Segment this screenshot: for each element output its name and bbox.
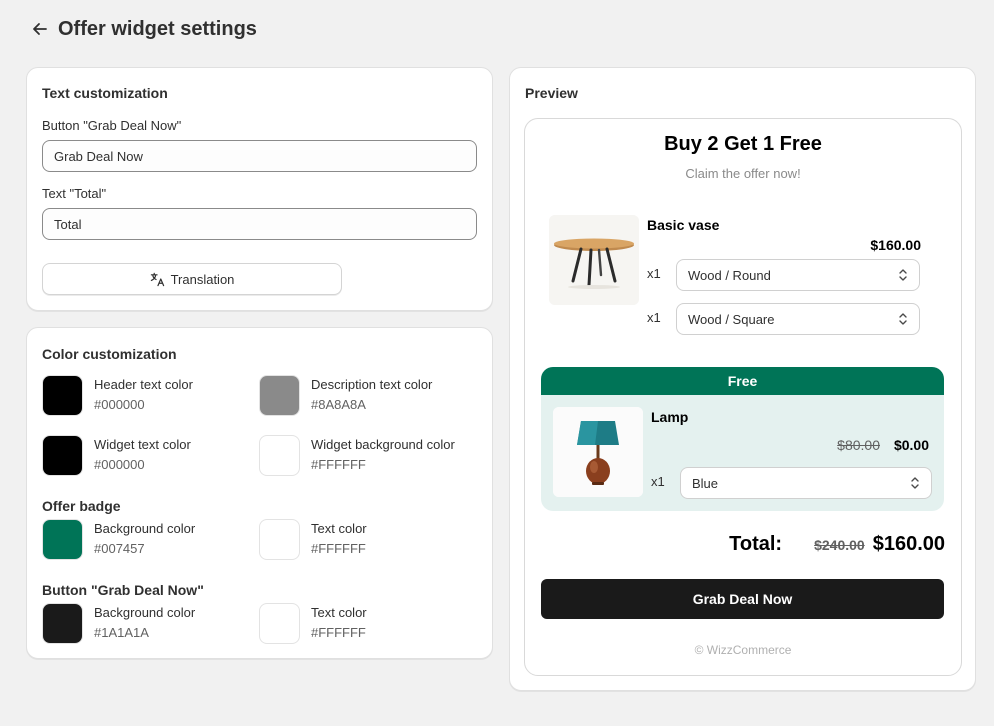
color-hex: #000000 (94, 457, 145, 472)
total-text-input[interactable] (42, 208, 477, 240)
color-name: Widget background color (311, 437, 455, 452)
free-product-name: Lamp (651, 409, 689, 425)
translation-label: Translation (170, 271, 235, 287)
variant-select[interactable]: Wood / Square (676, 303, 920, 335)
color-name: Widget text color (94, 437, 191, 452)
offer-badge-title: Offer badge (42, 498, 121, 514)
page-header: Offer widget settings (28, 14, 257, 44)
preview-title: Preview (525, 85, 578, 101)
variant-qty: x1 (647, 310, 661, 325)
arrow-left-icon (33, 23, 47, 35)
free-product-old-price: $80.00 (837, 437, 880, 453)
button-background-color-item: Background color #1A1A1A (42, 603, 195, 644)
variant-qty: x1 (651, 474, 665, 489)
variant-select[interactable]: Blue (680, 467, 932, 499)
lamp-image (553, 407, 643, 497)
grab-deal-now-button[interactable]: Grab Deal Now (541, 579, 944, 619)
widget-background-color-item: Widget background color #FFFFFF (259, 435, 455, 476)
badge-background-color-item: Background color #007457 (42, 519, 195, 560)
select-chevron-icon (899, 313, 907, 325)
text-customization-title: Text customization (42, 85, 168, 101)
product-image (549, 215, 639, 305)
text-customization-card: Text customization Button "Grab Deal Now… (26, 67, 493, 311)
color-customization-title: Color customization (42, 346, 177, 362)
header-text-color-swatch[interactable] (42, 375, 83, 416)
offer-widget: Buy 2 Get 1 Free Claim the offer now! Ba… (524, 118, 962, 676)
back-button[interactable] (28, 17, 52, 41)
button-background-color-swatch[interactable] (42, 603, 83, 644)
badge-text-color-item: Text color #FFFFFF (259, 519, 367, 560)
color-hex: #000000 (94, 397, 145, 412)
select-chevron-icon (911, 477, 919, 489)
select-chevron-icon (899, 269, 907, 281)
grab-button-colors-title: Button "Grab Deal Now" (42, 582, 204, 598)
color-hex: #FFFFFF (311, 625, 366, 640)
header-text-color-item: Header text color #000000 (42, 375, 193, 416)
variant-value: Blue (692, 475, 719, 491)
button-text-color-item: Text color #FFFFFF (259, 603, 367, 644)
color-name: Text color (311, 605, 367, 620)
badge-background-color-swatch[interactable] (42, 519, 83, 560)
button-text-label: Button "Grab Deal Now" (42, 118, 182, 133)
color-hex: #007457 (94, 541, 145, 556)
variant-select[interactable]: Wood / Round (676, 259, 920, 291)
variant-qty: x1 (647, 266, 661, 281)
color-name: Background color (94, 605, 196, 620)
table-image (549, 215, 639, 305)
color-name: Header text color (94, 377, 193, 392)
free-offer-block: Free Lamp $80.00 $0.00 x1 Blue (541, 367, 944, 511)
widget-footer: © WizzCommerce (694, 643, 792, 657)
total-price: $160.00 (872, 533, 945, 555)
widget-title: Buy 2 Get 1 Free (664, 133, 822, 155)
color-customization-card: Color customization Header text color #0… (26, 327, 493, 659)
badge-text-color-swatch[interactable] (259, 519, 300, 560)
color-hex: #FFFFFF (311, 541, 366, 556)
product-image (553, 407, 643, 497)
variant-value: Wood / Square (688, 311, 775, 327)
color-hex: #1A1A1A (94, 625, 149, 640)
widget-text-color-swatch[interactable] (42, 435, 83, 476)
product-price: $160.00 (870, 237, 921, 253)
button-text-color-swatch[interactable] (259, 603, 300, 644)
color-name: Text color (311, 521, 367, 536)
total-old-price: $240.00 (814, 537, 865, 553)
widget-background-color-swatch[interactable] (259, 435, 300, 476)
widget-text-color-item: Widget text color #000000 (42, 435, 191, 476)
total-label: Total: (729, 533, 783, 555)
color-hex: #8A8A8A (311, 397, 366, 412)
free-product-price: $0.00 (893, 437, 929, 453)
description-text-color-item: Description text color #8A8A8A (259, 375, 432, 416)
variant-value: Wood / Round (688, 267, 771, 283)
description-text-color-swatch[interactable] (259, 375, 300, 416)
total-row: Total: $240.00 $160.00 (729, 533, 945, 556)
widget-description: Claim the offer now! (685, 166, 801, 181)
color-hex: #FFFFFF (311, 457, 366, 472)
color-name: Background color (94, 521, 196, 536)
product-name: Basic vase (647, 217, 720, 233)
translate-icon (150, 272, 164, 286)
button-text-input[interactable] (42, 140, 477, 172)
free-badge: Free (541, 367, 944, 395)
page-title: Offer widget settings (58, 17, 257, 40)
total-text-label: Text "Total" (42, 186, 107, 201)
translation-button[interactable]: Translation (42, 263, 342, 295)
preview-card: Preview Buy 2 Get 1 Free Claim the offer… (509, 67, 976, 691)
color-name: Description text color (311, 377, 433, 392)
